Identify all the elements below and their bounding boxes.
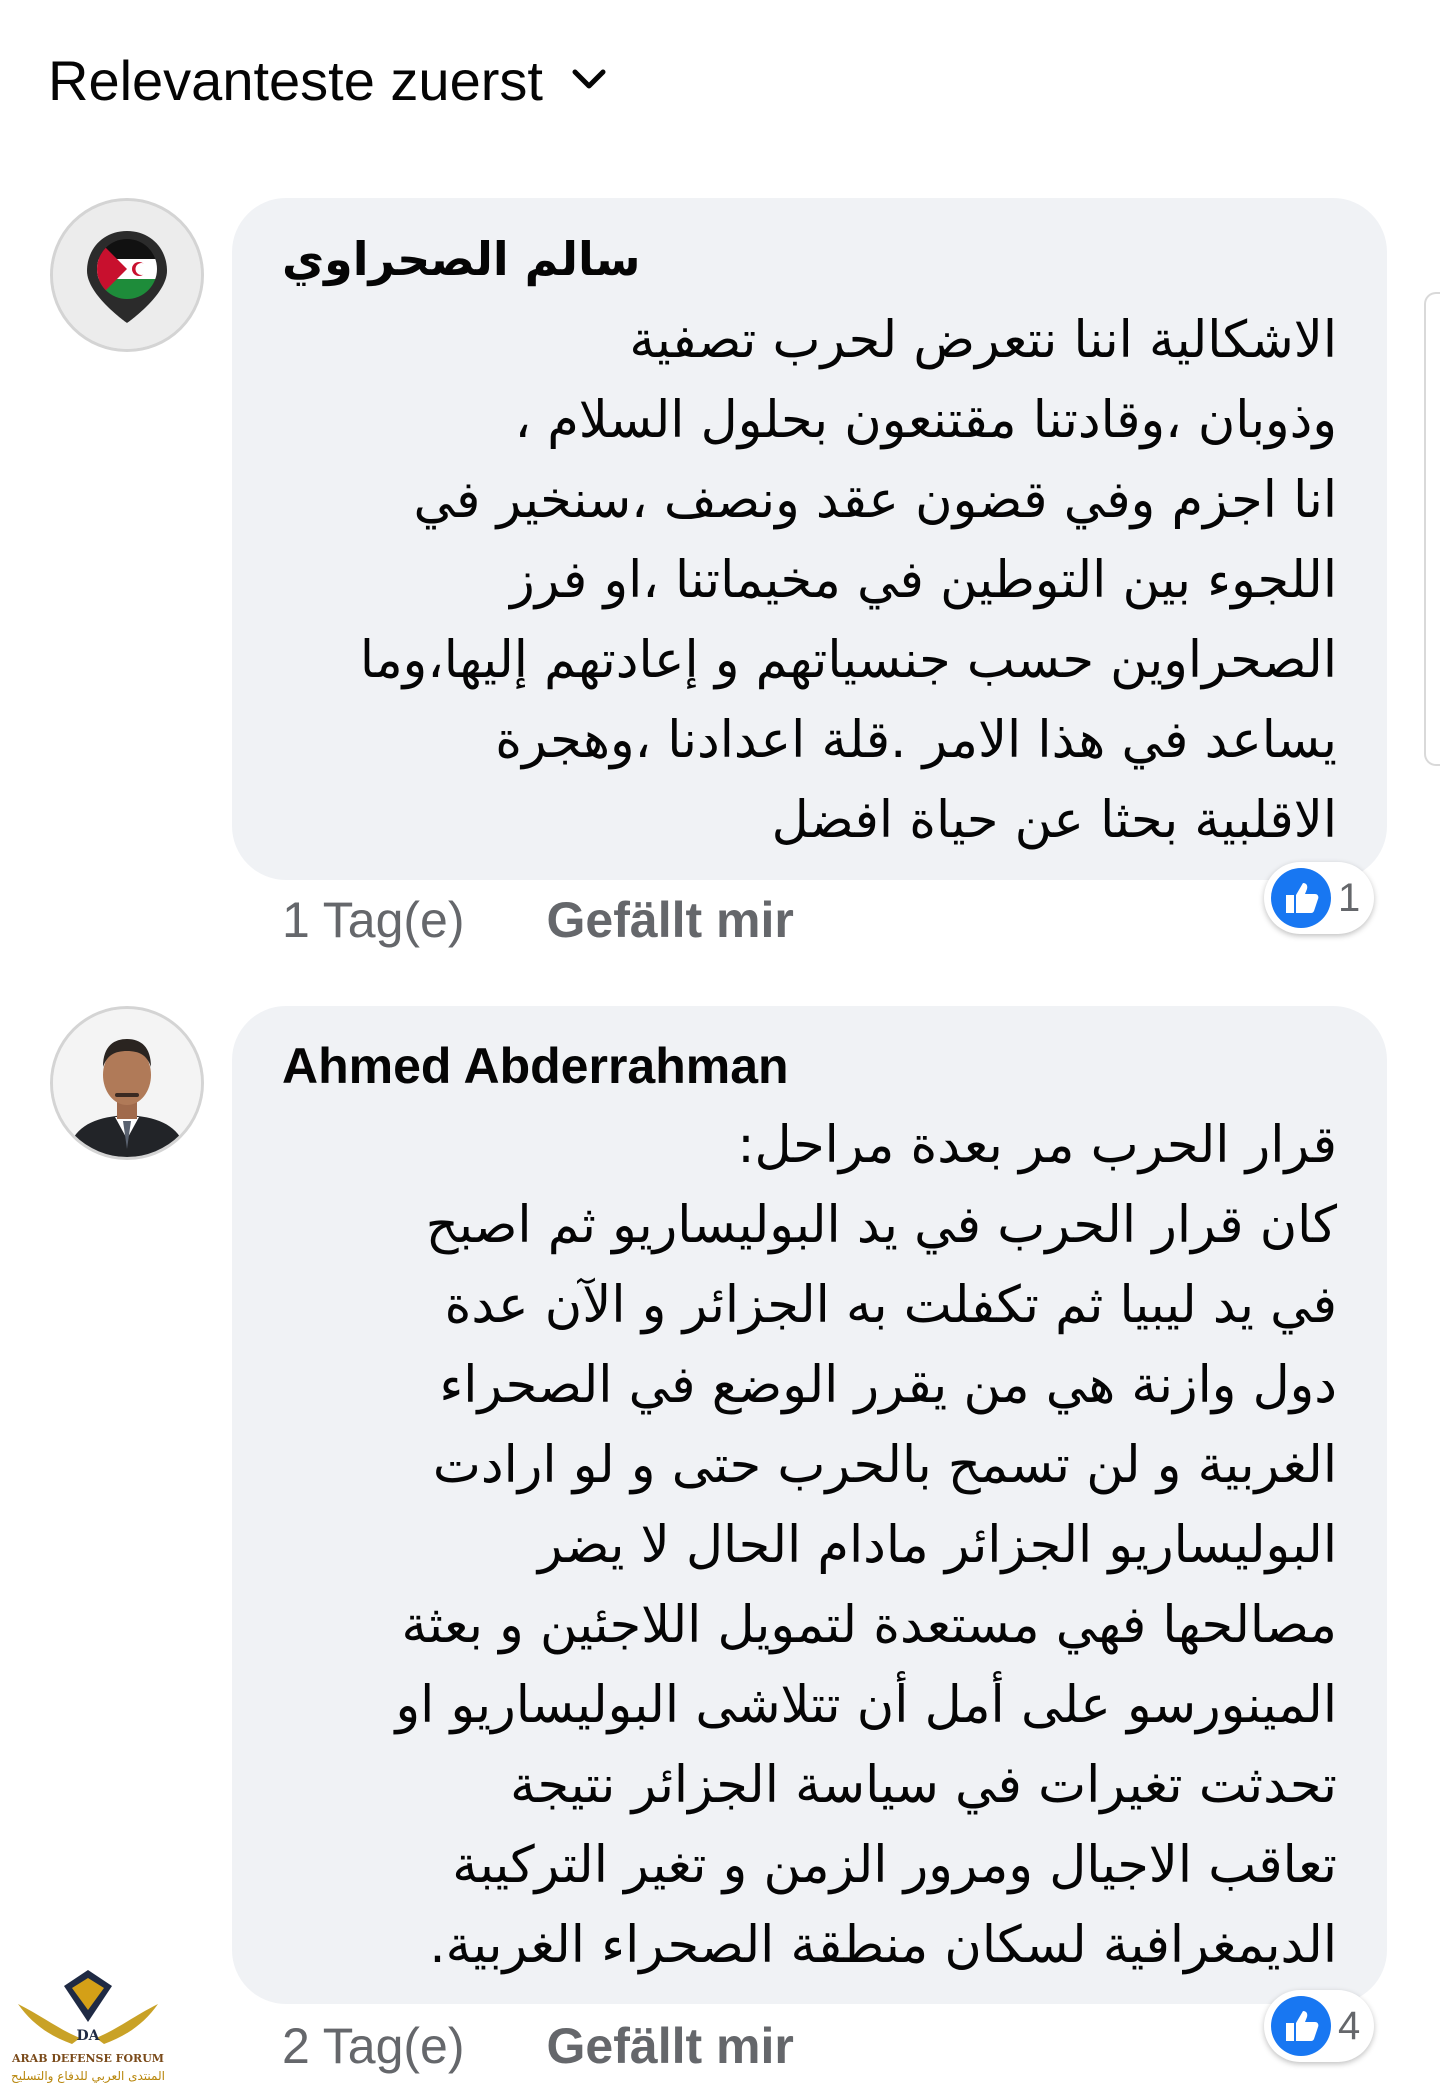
comment-timestamp[interactable]: 2 Tag(e) bbox=[282, 2017, 465, 2075]
comment-bubble: سالم الصحراوي الاشكالية اننا نتعرض لحرب … bbox=[232, 198, 1387, 880]
comment-author[interactable]: Ahmed Abderrahman bbox=[282, 1036, 1337, 1096]
reaction-count: 4 bbox=[1338, 2003, 1361, 2048]
watermark-line1: ARAB DEFENSE FORUM bbox=[11, 2052, 164, 2065]
thumbs-up-icon bbox=[1271, 868, 1331, 928]
reaction-summary[interactable]: 4 bbox=[1264, 1990, 1375, 2062]
comment-actions: 2 Tag(e) Gefällt mir bbox=[282, 2014, 794, 2078]
avatar[interactable] bbox=[50, 1006, 204, 1160]
comment-author[interactable]: سالم الصحراوي bbox=[282, 228, 1337, 289]
sort-dropdown[interactable]: Relevanteste zuerst bbox=[48, 40, 609, 120]
comment-text: قرار الحرب مر بعدة مراحل: كان قرار الحرب… bbox=[395, 1116, 1337, 1975]
author-name[interactable]: سالم الصحراوي bbox=[282, 229, 641, 289]
sort-label: Relevanteste zuerst bbox=[48, 48, 543, 112]
reaction-count: 1 bbox=[1338, 875, 1361, 920]
watermark-line2: المنتدى العربي للدفاع والتسليح bbox=[11, 2069, 165, 2084]
comment-actions: 1 Tag(e) Gefällt mir bbox=[282, 888, 794, 952]
like-button[interactable]: Gefällt mir bbox=[547, 891, 794, 949]
scrollbar[interactable] bbox=[1424, 292, 1440, 766]
comment-bubble: Ahmed Abderrahman قرار الحرب مر بعدة مرا… bbox=[232, 1006, 1387, 2004]
comment-text: الاشكالية اننا نتعرض لحرب تصفية وذوبان ،… bbox=[359, 311, 1337, 850]
arab-defense-forum-logo: DA ARAB DEFENSE FORUM المنتدى العربي للد… bbox=[11, 1970, 165, 2084]
reaction-summary[interactable]: 1 bbox=[1264, 862, 1375, 934]
chevron-down-icon bbox=[572, 69, 606, 89]
svg-text:DA: DA bbox=[76, 2028, 100, 2044]
thumbs-up-icon bbox=[1271, 1996, 1331, 2056]
sahrawi-flag-pin-icon bbox=[53, 201, 201, 349]
comment-timestamp[interactable]: 1 Tag(e) bbox=[282, 891, 465, 949]
author-name[interactable]: Ahmed Abderrahman bbox=[282, 1038, 789, 1094]
avatar[interactable] bbox=[50, 198, 204, 352]
profile-photo bbox=[53, 1009, 201, 1157]
like-button[interactable]: Gefällt mir bbox=[547, 2017, 794, 2075]
